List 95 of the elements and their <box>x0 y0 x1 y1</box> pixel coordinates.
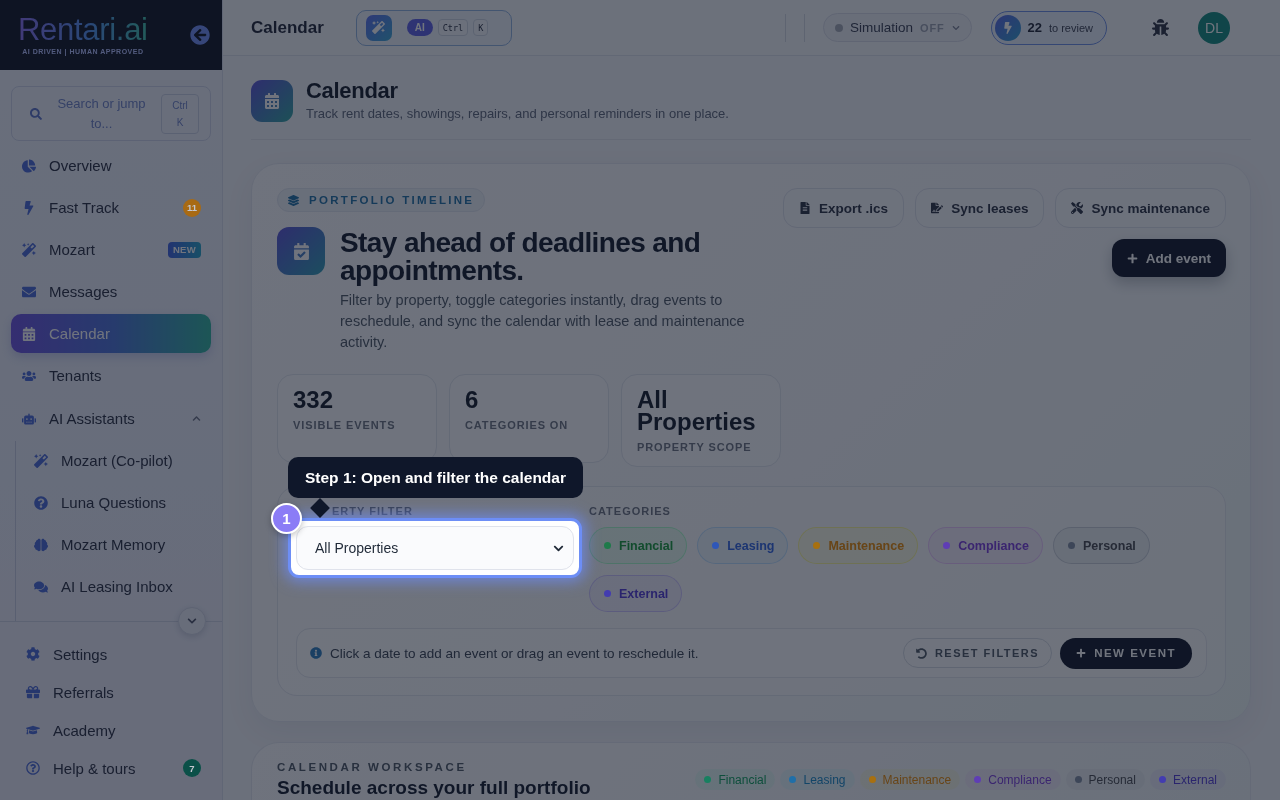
legend-label: Maintenance <box>882 772 952 787</box>
nav-item[interactable]: Mozart Memory <box>26 525 211 564</box>
people-icon <box>22 368 36 383</box>
card-heading: Stay ahead of deadlines and appointments. <box>340 229 702 285</box>
graduation-cap-icon <box>26 723 40 737</box>
ai-badge: AI <box>406 19 433 36</box>
action-button[interactable]: Sync leases <box>915 188 1045 228</box>
nav-item[interactable]: AI Leasing Inbox <box>26 567 211 606</box>
new-badge: NEW <box>167 241 201 258</box>
new-event-button[interactable]: NEW EVENT <box>1060 637 1192 669</box>
pie-chart-icon <box>22 158 36 173</box>
ai-command-button[interactable]: AI Ctrl K <box>355 9 512 46</box>
page-subtitle: Track rent dates, showings, repairs, and personal reminders in one place. <box>306 105 729 122</box>
tour-tooltip: Step 1: Open and filter the calendar <box>288 457 583 498</box>
key-cap: K <box>473 19 489 36</box>
calendar-check-icon <box>277 227 325 275</box>
magic-wand-icon <box>22 242 36 257</box>
nav-group[interactable]: AI Assistants <box>11 399 211 438</box>
category-chip[interactable]: External <box>589 575 683 612</box>
scroll-down-button[interactable] <box>178 607 206 635</box>
chevron-up-icon <box>192 414 201 423</box>
step-number-badge: 1 <box>271 503 302 534</box>
nav-item[interactable]: Tenants <box>11 356 211 395</box>
nav-item[interactable]: Mozart (Co-pilot) <box>26 441 211 480</box>
robot-icon <box>22 411 36 426</box>
category-chip[interactable]: Financial <box>589 527 688 564</box>
user-avatar[interactable]: DL <box>1198 11 1230 44</box>
legend-label: Personal <box>1088 772 1136 787</box>
legend-label: External <box>1172 772 1217 787</box>
magic-wand-icon <box>365 14 392 41</box>
stat-label: VISIBLE EVENTS <box>293 419 397 432</box>
nav-item[interactable]: Overview <box>11 146 211 185</box>
field-label: CATEGORIES <box>589 505 671 518</box>
envelope-icon <box>22 284 36 299</box>
chevron-down-icon <box>951 23 960 32</box>
help-icon <box>26 761 40 775</box>
section-tag-text: PORTFOLIO TIMELINE <box>309 194 475 206</box>
page-title: Calendar <box>306 79 399 103</box>
nav-item[interactable]: Settings <box>11 635 211 673</box>
stat-value: 332 <box>293 388 335 411</box>
category-chip[interactable]: Personal <box>1053 527 1150 564</box>
search-icon <box>30 107 42 120</box>
action-button[interactable]: Export .ics <box>783 188 905 228</box>
stat-value: All Properties <box>637 388 757 433</box>
action-button[interactable]: Sync maintenance <box>1055 188 1226 228</box>
arrow-left-icon <box>190 25 210 45</box>
nav-item[interactable]: Referrals <box>11 673 211 711</box>
gift-icon <box>26 685 40 699</box>
bug-icon[interactable] <box>1152 19 1169 36</box>
plus-icon <box>1076 648 1087 658</box>
settings-icon <box>26 647 40 661</box>
nav-item[interactable]: Messages <box>11 272 211 311</box>
legend-label: Leasing <box>803 772 846 787</box>
stat-label: PROPERTY SCOPE <box>637 441 753 454</box>
nav-item[interactable]: Calendar <box>11 314 211 353</box>
review-button[interactable]: 22 to review <box>990 10 1107 45</box>
nav-item[interactable]: Help & tours 7 <box>11 749 211 787</box>
category-chip[interactable]: Maintenance <box>798 527 919 564</box>
plus-icon <box>1126 252 1138 264</box>
layers-icon <box>288 194 299 206</box>
calendar-icon <box>251 79 293 122</box>
document-icon <box>799 202 812 214</box>
chevron-down-icon <box>187 616 197 626</box>
hint-text: Click a date to add an event or drag an event to reschedule it. <box>330 645 700 661</box>
collapse-button[interactable] <box>190 25 210 45</box>
section-tag-text: CALENDAR WORKSPACE <box>277 760 467 774</box>
card-description: Filter by property, toggle categories instantly, drag events to reschedule, and sync the calendar with lease and maintenance activity. <box>340 291 746 352</box>
question-icon <box>34 495 48 510</box>
undo-icon <box>915 647 927 659</box>
brain-icon <box>34 537 48 552</box>
count-badge: 11 <box>183 198 201 217</box>
nav-item[interactable]: Academy <box>11 711 211 749</box>
category-chip[interactable]: Compliance <box>928 527 1043 564</box>
chat-bubbles-icon <box>34 579 48 594</box>
legend-label: Compliance <box>988 772 1052 787</box>
stat-value: 6 <box>465 388 480 411</box>
add-event-button[interactable]: Add event <box>1111 239 1226 277</box>
nav-item[interactable]: Fast Track 11 <box>11 188 211 227</box>
property-select[interactable]: All Properties <box>296 526 574 570</box>
calendar-icon <box>22 326 36 341</box>
file-signature-icon <box>931 202 944 214</box>
info-icon <box>310 647 322 659</box>
count-badge: 7 <box>183 759 201 777</box>
section-heading: Schedule across your full portfolio <box>277 777 591 798</box>
topbar-title: Calendar <box>251 17 324 38</box>
category-chip[interactable]: Leasing <box>697 527 789 564</box>
nav-item[interactable]: Mozart NEW <box>11 230 211 269</box>
lightning-icon <box>22 200 36 215</box>
key-cap: Ctrl <box>437 19 469 36</box>
lightning-icon <box>994 14 1021 41</box>
nav-item[interactable]: Luna Questions <box>26 483 211 522</box>
magic-wand-icon <box>34 453 48 468</box>
tools-icon <box>1071 202 1084 214</box>
legend-label: Financial <box>718 772 767 787</box>
stat-label: CATEGORIES ON <box>465 419 570 432</box>
